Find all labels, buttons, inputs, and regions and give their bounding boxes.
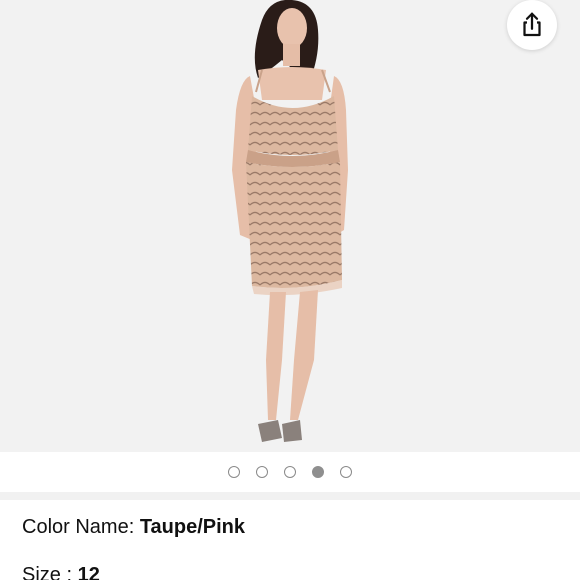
- carousel-dot[interactable]: [228, 466, 240, 478]
- carousel-dot[interactable]: [284, 466, 296, 478]
- carousel-dot[interactable]: [256, 466, 268, 478]
- carousel-dot[interactable]: [340, 466, 352, 478]
- share-icon: [523, 12, 541, 37]
- product-image-carousel[interactable]: [0, 0, 580, 452]
- carousel-dot-active[interactable]: [312, 466, 324, 478]
- size-label: Size :: [22, 564, 78, 580]
- product-screen: Color Name: Taupe/Pink Size : 12: [0, 0, 580, 580]
- share-button[interactable]: [507, 0, 557, 50]
- color-name-row: Color Name: Taupe/Pink: [22, 516, 245, 539]
- color-name-label: Color Name:: [22, 516, 140, 538]
- color-name-value: Taupe/Pink: [139, 516, 246, 538]
- product-photo: [0, 0, 580, 452]
- size-value: 12: [77, 564, 100, 580]
- product-details: Color Name: Taupe/Pink Size : 12: [0, 500, 580, 580]
- section-divider: [0, 492, 580, 500]
- carousel-indicator: [0, 452, 580, 492]
- size-row: Size : 12: [22, 564, 100, 580]
